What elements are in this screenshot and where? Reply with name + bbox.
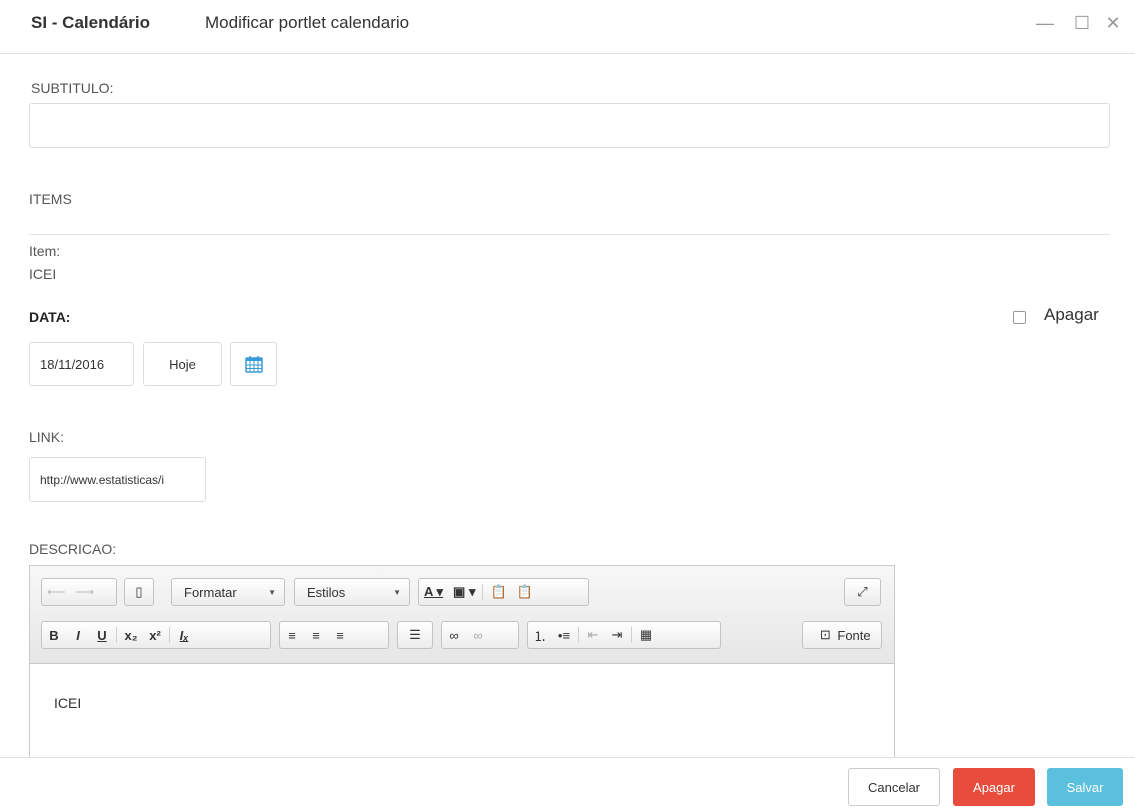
save-button[interactable]: Salvar xyxy=(1047,768,1123,806)
align-group: ≡ ≡ ≡ xyxy=(279,621,389,649)
rich-text-editor: ⟵ ⟶ ▯ Formatar ▼ Estilos ▼ A ▾ ▣ ▾ 📋 📋 ⤢… xyxy=(29,565,895,765)
apagar-checkbox-label: Apagar xyxy=(1044,305,1099,324)
bg-color-icon[interactable]: ▣ ▾ xyxy=(448,579,480,605)
dialog-subtitle: Modificar portlet calendario xyxy=(205,13,410,32)
source-button[interactable]: ⊡ Fonte xyxy=(802,621,882,649)
subscript-icon[interactable]: x₂ xyxy=(119,622,143,648)
maximize-icon[interactable]: ⤢ xyxy=(851,579,875,605)
link-group: ∞ ∞ xyxy=(441,621,519,649)
calendar-button[interactable] xyxy=(230,342,277,386)
maximize-group: ⤢ xyxy=(844,578,881,606)
font-color-icon[interactable]: A ▾ xyxy=(419,579,448,605)
unlink-icon[interactable]: ∞ xyxy=(466,622,490,648)
delete-button[interactable]: Apagar xyxy=(953,768,1035,806)
paste-text-icon[interactable]: 📋 xyxy=(485,579,511,605)
items-heading: ITEMS xyxy=(29,191,72,207)
cancel-button[interactable]: Cancelar xyxy=(848,768,940,806)
align-left-icon[interactable]: ≡ xyxy=(280,622,304,648)
italic-icon[interactable]: I xyxy=(66,622,90,648)
items-divider xyxy=(29,234,1110,235)
subtitulo-label: SUBTITULO: xyxy=(31,80,114,96)
editor-content-area[interactable]: ICEI xyxy=(30,665,894,765)
link-label: LINK: xyxy=(29,429,65,445)
table-icon[interactable]: ▦ xyxy=(634,622,658,648)
estilos-dropdown[interactable]: Estilos ▼ xyxy=(294,578,410,606)
editor-toolbar: ⟵ ⟶ ▯ Formatar ▼ Estilos ▼ A ▾ ▣ ▾ 📋 📋 ⤢… xyxy=(30,566,894,664)
source-label: Fonte xyxy=(837,627,871,643)
template-group: ▯ xyxy=(124,578,154,606)
window-titlebar: SI - Calendário Modificar portlet calend… xyxy=(0,0,1135,54)
superscript-icon[interactable]: x² xyxy=(143,622,167,648)
chevron-down-icon: ▼ xyxy=(268,587,276,597)
close-icon[interactable]: ✕ xyxy=(1102,12,1124,34)
editor-content-text: ICEI xyxy=(54,695,82,711)
justify-group: ☰ xyxy=(397,621,433,649)
underline-icon[interactable]: U xyxy=(90,622,114,648)
subtitulo-input[interactable] xyxy=(29,103,1110,148)
dialog-footer: Cancelar Apagar Salvar xyxy=(0,757,1135,812)
apagar-checkbox[interactable] xyxy=(1013,311,1026,324)
numbered-list-icon[interactable]: ⒈ xyxy=(528,622,552,648)
minimize-icon[interactable]: — xyxy=(1034,12,1056,34)
source-icon: ⊡ xyxy=(819,627,831,642)
item-label: Item: xyxy=(29,243,61,259)
data-input[interactable]: 18/11/2016 xyxy=(29,342,134,386)
basic-style-group: B I U x₂ x² Iₓ xyxy=(41,621,271,649)
align-right-icon[interactable]: ≡ xyxy=(328,622,352,648)
bulleted-list-icon[interactable]: •≡ xyxy=(552,622,576,648)
align-center-icon[interactable]: ≡ xyxy=(304,622,328,648)
color-paste-group: A ▾ ▣ ▾ 📋 📋 xyxy=(418,578,589,606)
hoje-button[interactable]: Hoje xyxy=(143,342,222,386)
app-title: SI - Calendário xyxy=(31,13,151,32)
template-icon[interactable]: ▯ xyxy=(127,579,151,605)
indent-icon[interactable]: ⇥ xyxy=(605,622,629,648)
outdent-icon[interactable]: ⇤ xyxy=(581,622,605,648)
data-label: DATA: xyxy=(29,309,71,325)
item-value: ICEI xyxy=(29,266,57,282)
formatar-label: Formatar xyxy=(184,584,237,600)
undo-icon[interactable]: ⟵ xyxy=(42,579,71,605)
paste-word-icon[interactable]: 📋 xyxy=(512,579,538,605)
undo-redo-group: ⟵ ⟶ xyxy=(41,578,117,606)
justify-icon[interactable]: ☰ xyxy=(403,622,427,648)
descricao-label: DESCRICAO: xyxy=(29,541,117,557)
link-icon[interactable]: ∞ xyxy=(442,622,466,648)
link-input[interactable]: http://www.estatisticas/i xyxy=(29,457,206,502)
chevron-down-icon: ▼ xyxy=(393,587,401,597)
redo-icon[interactable]: ⟶ xyxy=(71,579,100,605)
calendar-icon xyxy=(244,356,263,373)
formatar-dropdown[interactable]: Formatar ▼ xyxy=(171,578,285,606)
list-group: ⒈ •≡ ⇤ ⇥ ▦ xyxy=(527,621,721,649)
bold-icon[interactable]: B xyxy=(42,622,66,648)
maximize-icon[interactable]: ☐ xyxy=(1071,12,1093,34)
remove-format-icon[interactable]: Iₓ xyxy=(172,622,196,648)
estilos-label: Estilos xyxy=(307,584,346,600)
